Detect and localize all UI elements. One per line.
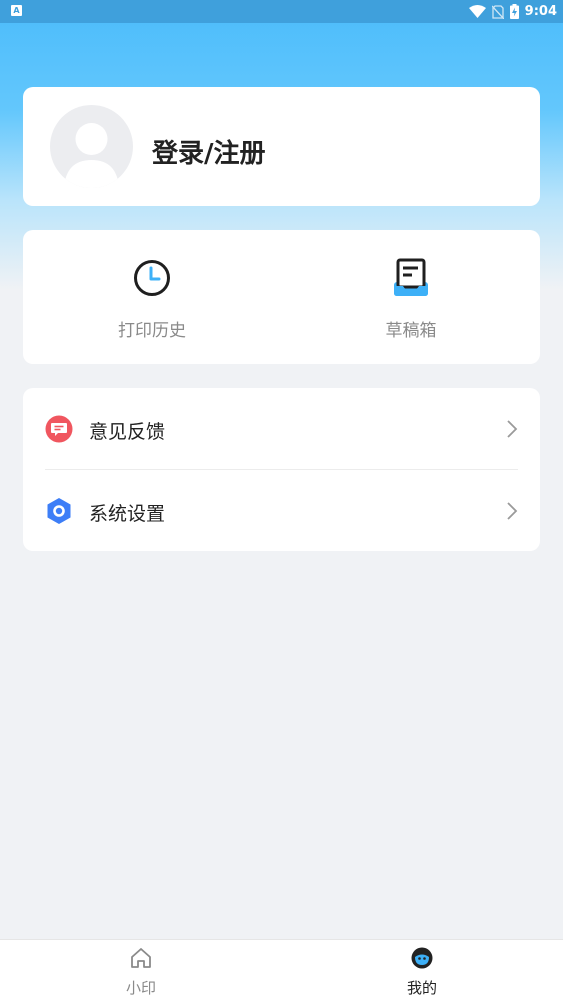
feedback-label: 意见反馈 xyxy=(89,421,166,443)
menu-item-system-settings[interactable]: 系统设置 xyxy=(23,470,540,552)
tab-home[interactable]: 小印 xyxy=(101,946,181,998)
settings-menu-card: 意见反馈 系统设置 xyxy=(23,388,540,551)
profile-face-icon xyxy=(411,947,433,969)
app-notification-icon: A xyxy=(11,5,22,16)
bottom-tab-bar: 小印 我的 xyxy=(0,939,563,1003)
status-time: 9:04 xyxy=(524,4,557,19)
drafts-box-label: 草稿箱 xyxy=(385,321,437,341)
clock-icon xyxy=(134,260,170,296)
login-register-link[interactable]: 登录/注册 xyxy=(152,133,266,170)
chevron-right-icon xyxy=(507,502,518,520)
profile-card[interactable]: 登录/注册 xyxy=(23,87,540,206)
home-icon xyxy=(131,948,151,968)
quick-actions-card: 打印历史 草稿箱 xyxy=(23,230,540,364)
no-sim-icon xyxy=(491,4,504,19)
menu-item-feedback[interactable]: 意见反馈 xyxy=(23,388,540,470)
wifi-icon xyxy=(468,5,486,18)
tab-home-label: 小印 xyxy=(125,979,156,997)
status-bar: A 9:04 xyxy=(0,0,563,23)
tab-mine-label: 我的 xyxy=(406,979,437,997)
default-avatar-icon[interactable] xyxy=(50,105,133,188)
chevron-right-icon xyxy=(507,420,518,438)
print-history-button[interactable]: 打印历史 xyxy=(92,258,212,341)
battery-charging-icon xyxy=(509,4,519,19)
settings-hexagon-icon xyxy=(47,498,71,524)
print-history-label: 打印历史 xyxy=(118,321,186,341)
drafts-box-icon xyxy=(394,258,428,296)
tab-mine[interactable]: 我的 xyxy=(382,946,462,998)
feedback-icon xyxy=(45,415,73,443)
system-settings-label: 系统设置 xyxy=(89,503,166,525)
drafts-box-button[interactable]: 草稿箱 xyxy=(351,258,471,341)
